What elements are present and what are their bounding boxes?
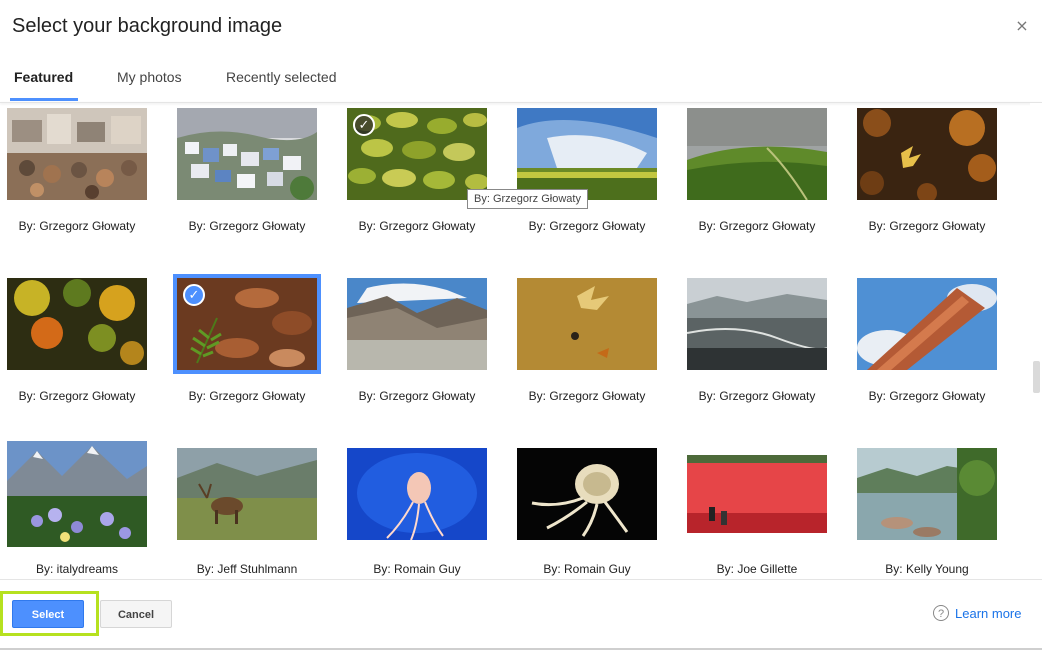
image-thumbnail[interactable] <box>857 448 997 540</box>
tab-bar: Featured My photos Recently selected <box>0 58 1042 102</box>
image-thumbnail[interactable] <box>687 108 827 200</box>
image-grid: By: Grzegorz Głowaty By: Grzegorz Głowat… <box>0 103 1030 579</box>
tab-featured[interactable]: Featured <box>14 69 73 85</box>
image-thumbnail[interactable] <box>347 448 487 540</box>
image-thumbnail[interactable] <box>7 278 147 370</box>
image-caption: By: Grzegorz Głowaty <box>528 389 646 403</box>
image-caption: By: Grzegorz Głowaty <box>188 219 306 233</box>
scrollbar-thumb[interactable] <box>1033 361 1040 393</box>
image-thumbnail[interactable] <box>687 278 827 370</box>
image-caption: By: Romain Guy <box>373 562 461 576</box>
image-thumbnail[interactable] <box>7 108 147 200</box>
image-thumbnail[interactable] <box>177 108 317 200</box>
cancel-button[interactable]: Cancel <box>100 600 172 628</box>
image-thumbnail[interactable] <box>347 278 487 370</box>
dialog-bottom-edge <box>0 648 1042 650</box>
vertical-scrollbar[interactable] <box>1030 103 1042 579</box>
image-caption: By: Grzegorz Głowaty <box>358 219 476 233</box>
help-icon[interactable]: ? <box>933 605 949 621</box>
image-caption: By: Grzegorz Głowaty <box>18 389 136 403</box>
image-thumbnail[interactable] <box>687 455 827 533</box>
image-thumbnail[interactable] <box>7 441 147 547</box>
image-thumbnail[interactable] <box>517 108 657 200</box>
hover-tooltip: By: Grzegorz Głowaty <box>467 189 588 209</box>
tab-my-photos[interactable]: My photos <box>117 69 182 85</box>
footer-divider <box>0 579 1042 580</box>
image-caption: By: italydreams <box>35 562 119 576</box>
select-button[interactable]: Select <box>12 600 84 628</box>
learn-more-link[interactable]: Learn more <box>955 606 1021 621</box>
image-thumbnail[interactable] <box>517 448 657 540</box>
image-thumbnail[interactable]: ✓ <box>347 108 487 200</box>
image-caption: By: Grzegorz Głowaty <box>698 219 816 233</box>
image-caption: By: Grzegorz Głowaty <box>358 389 476 403</box>
image-caption: By: Joe Gillette <box>716 562 798 576</box>
image-caption: By: Grzegorz Głowaty <box>528 219 646 233</box>
image-caption: By: Grzegorz Głowaty <box>188 389 306 403</box>
recent-checkmark-icon: ✓ <box>353 114 375 136</box>
image-caption: By: Jeff Stuhlmann <box>196 562 298 576</box>
image-caption: By: Kelly Young <box>885 562 969 576</box>
image-caption: By: Grzegorz Głowaty <box>868 389 986 403</box>
selected-checkmark-icon: ✓ <box>183 284 205 306</box>
image-caption: By: Grzegorz Głowaty <box>18 219 136 233</box>
image-caption: By: Grzegorz Głowaty <box>868 219 986 233</box>
tab-recently-selected[interactable]: Recently selected <box>226 69 337 85</box>
active-tab-indicator <box>10 98 78 101</box>
image-thumbnail[interactable]: ✓ <box>173 274 321 374</box>
image-thumbnail[interactable] <box>517 278 657 370</box>
image-thumbnail[interactable] <box>857 278 997 370</box>
image-thumbnail[interactable] <box>177 448 317 540</box>
image-caption: By: Grzegorz Głowaty <box>698 389 816 403</box>
image-thumbnail[interactable] <box>857 108 997 200</box>
dialog-title: Select your background image <box>12 15 283 37</box>
image-caption: By: Romain Guy <box>543 562 631 576</box>
close-icon[interactable]: × <box>1014 16 1030 36</box>
